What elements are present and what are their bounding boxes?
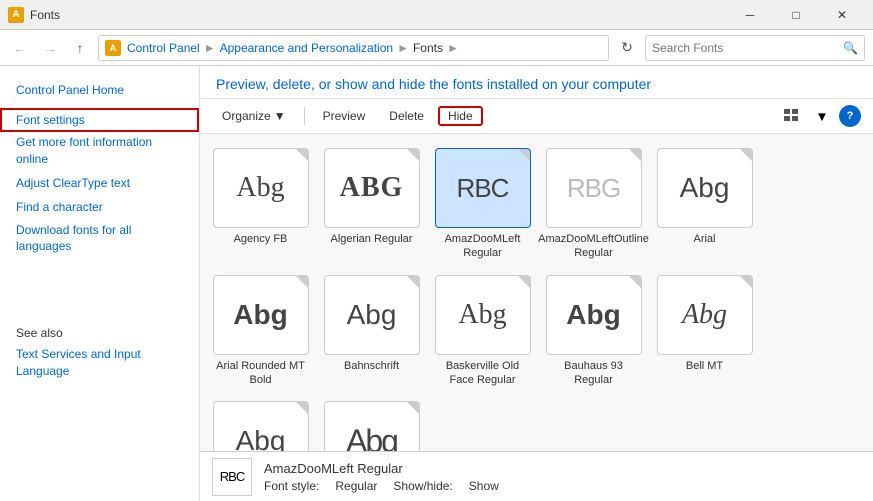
font-item-amazdoomleft-outline[interactable]: RBG AmazDooMLeftOutline Regular	[541, 144, 646, 265]
back-button[interactable]: ←	[8, 36, 32, 60]
font-item-baskerville[interactable]: Abg Baskerville Old Face Regular	[430, 271, 535, 392]
minimize-button[interactable]: ─	[727, 0, 773, 30]
header-title: Preview, delete, or show and hide the fo…	[216, 76, 651, 92]
status-info: AmazDooMLeft Regular Font style: Regular…	[264, 461, 499, 493]
app-icon: A	[8, 7, 24, 23]
font-card-arial: Abg	[657, 148, 753, 228]
breadcrumb-control-panel[interactable]: Control Panel	[127, 41, 200, 55]
status-font-name: AmazDooMLeft Regular	[264, 461, 499, 476]
font-card-algerian-regular: ABG	[324, 148, 420, 228]
font-card-bell-mt: Abg	[657, 275, 753, 355]
sidebar: Control Panel Home Font settings Get mor…	[0, 66, 200, 501]
search-input[interactable]	[652, 41, 843, 55]
font-card-bauhaus-93: Abg	[546, 275, 642, 355]
sidebar-item-control-panel-home[interactable]: Control Panel Home	[0, 78, 199, 102]
breadcrumb-fonts: Fonts	[413, 41, 443, 55]
font-item-algerian-regular[interactable]: ABG Algerian Regular	[319, 144, 424, 265]
font-card-amazdoomleft-outline: RBG	[546, 148, 642, 228]
toolbar-right: ▼ ?	[779, 105, 861, 127]
title-bar-text: Fonts	[30, 8, 60, 22]
font-name-algerian-regular: Algerian Regular	[331, 232, 413, 246]
font-card-agency-fb: Abg	[213, 148, 309, 228]
font-item-amazdoomleft-regular[interactable]: RBC AmazDooMLeft Regular	[430, 144, 535, 265]
font-name-arial: Arial	[693, 232, 715, 246]
font-item-bahnschrift[interactable]: Abg Bahnschrift	[319, 271, 424, 392]
font-item-berlin-sans[interactable]: Abg Berlin Sans FB	[208, 397, 313, 451]
breadcrumb-appearance[interactable]: Appearance and Personalization	[220, 41, 393, 55]
font-card-arial-rounded: Abg	[213, 275, 309, 355]
maximize-button[interactable]: □	[773, 0, 819, 30]
toolbar-separator	[304, 107, 305, 125]
font-card-berlin-sans: Abg	[213, 401, 309, 451]
sidebar-item-font-settings[interactable]: Font settings	[0, 108, 199, 132]
content-area: Preview, delete, or show and hide the fo…	[200, 66, 873, 501]
sidebar-item-more-font-info[interactable]: Get more font information online	[0, 132, 199, 171]
window-controls: ─ □ ✕	[727, 0, 865, 30]
search-box[interactable]: 🔍	[645, 35, 865, 61]
see-also-label: See also	[0, 318, 199, 343]
font-item-bauhaus-93[interactable]: Abg Bauhaus 93 Regular	[541, 271, 646, 392]
sidebar-item-find-character[interactable]: Find a character	[0, 195, 199, 219]
toolbar: Organize ▼ Preview Delete Hide ▼ ?	[200, 99, 873, 134]
font-item-arial-rounded[interactable]: Abg Arial Rounded MT Bold	[208, 271, 313, 392]
font-name-amazdoomleft-regular: AmazDooMLeft Regular	[434, 232, 531, 261]
title-bar: A Fonts ─ □ ✕	[0, 0, 873, 30]
font-card-bernard-mt: Abg	[324, 401, 420, 451]
organize-dropdown-icon: ▼	[274, 109, 286, 123]
sidebar-item-text-services[interactable]: Text Services and Input Language	[0, 343, 199, 383]
breadcrumb-bar[interactable]: A Control Panel ► Appearance and Persona…	[98, 35, 609, 61]
refresh-button[interactable]: ↻	[615, 36, 639, 60]
font-item-bell-mt[interactable]: Abg Bell MT	[652, 271, 757, 392]
font-name-bauhaus-93: Bauhaus 93 Regular	[545, 359, 642, 388]
content-header: Preview, delete, or show and hide the fo…	[200, 66, 873, 99]
sidebar-item-download-fonts[interactable]: Download fonts for all languages	[0, 219, 199, 259]
font-name-agency-fb: Agency FB	[234, 232, 288, 246]
font-grid: Abg Agency FB ABG Algerian Regular	[208, 144, 865, 451]
font-grid-container[interactable]: Abg Agency FB ABG Algerian Regular	[200, 134, 873, 451]
help-button[interactable]: ?	[839, 105, 861, 127]
font-name-baskerville: Baskerville Old Face Regular	[434, 359, 531, 388]
sidebar-item-adjust-cleartype[interactable]: Adjust ClearType text	[0, 171, 199, 195]
address-right: ↻ 🔍	[615, 35, 865, 61]
status-font-style-label: Font style:	[264, 479, 319, 493]
view-button[interactable]	[779, 105, 805, 127]
delete-button[interactable]: Delete	[379, 106, 434, 126]
font-item-arial[interactable]: Abg Arial	[652, 144, 757, 265]
font-item-agency-fb[interactable]: Abg Agency FB	[208, 144, 313, 265]
status-font-preview: RBC	[212, 458, 252, 496]
main-layout: Control Panel Home Font settings Get mor…	[0, 66, 873, 501]
font-name-arial-rounded: Arial Rounded MT Bold	[212, 359, 309, 388]
forward-button[interactable]: →	[38, 36, 62, 60]
folder-icon: A	[105, 40, 121, 56]
status-show-hide-value: Show	[469, 479, 499, 493]
font-name-bahnschrift: Bahnschrift	[344, 359, 399, 373]
organize-button[interactable]: Organize ▼	[212, 106, 296, 126]
up-button[interactable]: ↑	[68, 36, 92, 60]
preview-button[interactable]: Preview	[313, 106, 376, 126]
status-show-hide-label: Show/hide:	[393, 479, 452, 493]
font-name-amazdoomleft-outline: AmazDooMLeftOutline Regular	[538, 232, 649, 261]
status-details: Font style: Regular Show/hide: Show	[264, 479, 499, 493]
hide-button[interactable]: Hide	[438, 106, 483, 126]
status-font-style-value: Regular	[335, 479, 377, 493]
view-dropdown-button[interactable]: ▼	[809, 105, 835, 127]
font-card-bahnschrift: Abg	[324, 275, 420, 355]
font-card-amazdoomleft-regular: RBC	[435, 148, 531, 228]
view-icon	[784, 109, 800, 123]
close-button[interactable]: ✕	[819, 0, 865, 30]
font-name-bell-mt: Bell MT	[686, 359, 723, 373]
search-icon: 🔍	[843, 41, 858, 55]
status-bar: RBC AmazDooMLeft Regular Font style: Reg…	[200, 451, 873, 501]
font-card-baskerville: Abg	[435, 275, 531, 355]
font-item-bernard-mt[interactable]: Abg Bernard MT Condensed	[319, 397, 424, 451]
address-bar: ← → ↑ A Control Panel ► Appearance and P…	[0, 30, 873, 66]
